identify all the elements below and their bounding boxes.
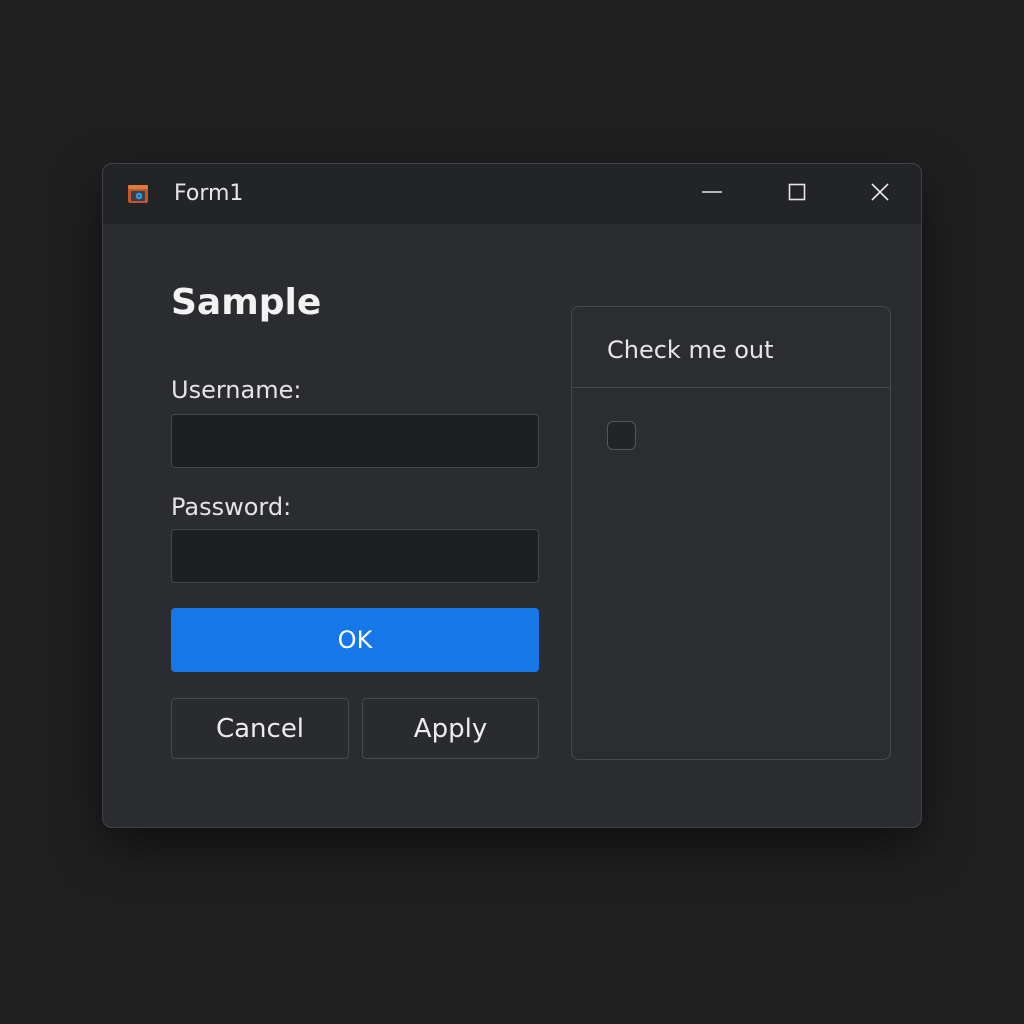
groupbox-title: Check me out [607,336,774,364]
cancel-button-label: Cancel [215,713,305,744]
maximize-icon [786,181,808,207]
username-label: Username: [171,376,302,404]
form-content: Sample Username: Password: OK Cancel App… [103,224,921,827]
form-heading: Sample [171,282,322,323]
username-input[interactable] [171,414,539,468]
minimize-button[interactable] [682,164,742,224]
minimize-icon [701,181,723,207]
groupbox-header: Check me out [572,307,890,388]
ok-button[interactable]: OK [171,608,539,672]
cancel-button[interactable]: Cancel [171,698,349,759]
password-input[interactable] [171,529,539,583]
window-title: Form1 [174,181,244,206]
ok-button-label: OK [337,626,373,654]
app-form-icon [127,183,149,205]
close-icon [869,181,891,207]
check-me-out-groupbox: Check me out [571,306,891,760]
form1-window: Form1 Sample Username: Password: OK Canc… [102,163,922,828]
title-bar[interactable]: Form1 [103,164,921,224]
check-me-out-checkbox[interactable] [607,421,636,450]
apply-button-label: Apply [413,713,488,744]
password-label: Password: [171,493,292,521]
apply-button[interactable]: Apply [362,698,539,759]
close-button[interactable] [850,164,910,224]
maximize-button[interactable] [767,164,827,224]
